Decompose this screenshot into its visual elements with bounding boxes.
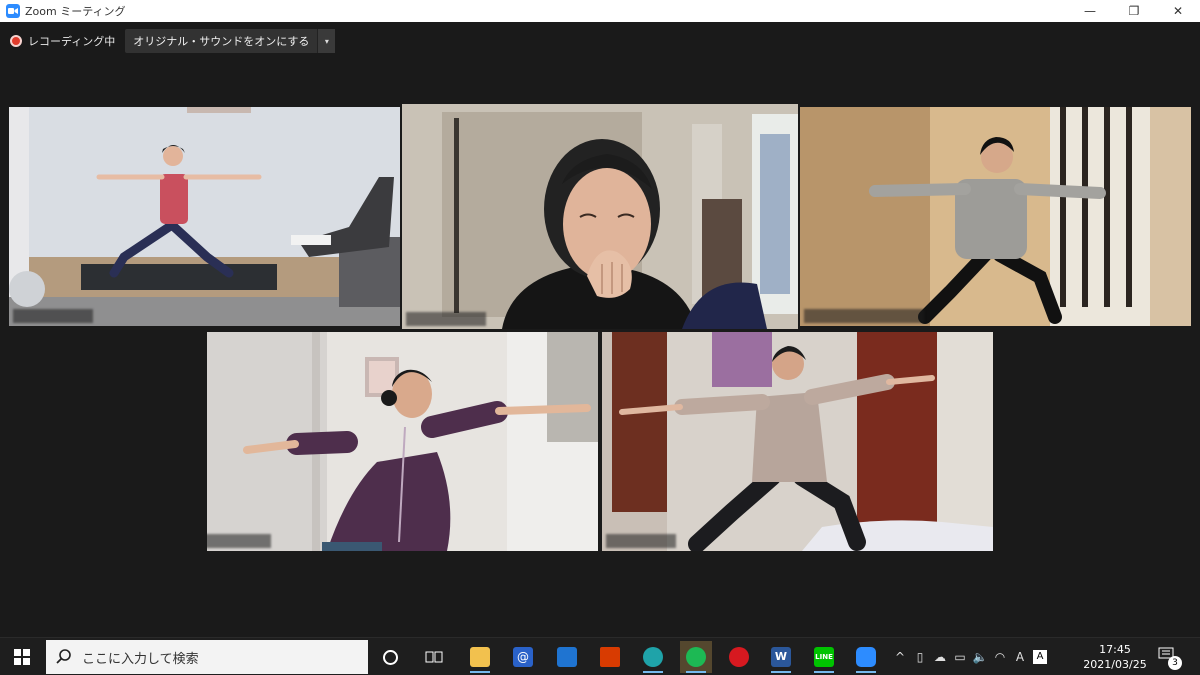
mail-icon[interactable]	[551, 641, 583, 673]
taskbar-search-box[interactable]: ここに入力して検索	[46, 640, 368, 674]
search-placeholder: ここに入力して検索	[82, 651, 199, 667]
original-sound-button[interactable]: オリジナル・サウンドをオンにする	[125, 29, 318, 53]
battery-icon[interactable]: ▭	[950, 650, 970, 664]
office-icon[interactable]	[594, 641, 626, 673]
video-feed	[207, 332, 598, 551]
trend-micro-icon[interactable]	[723, 641, 755, 673]
zoom-app-icon	[6, 4, 20, 18]
chevron-down-icon[interactable]: ▾	[317, 29, 336, 53]
restore-button[interactable]: ❐	[1112, 0, 1156, 22]
taskbar-clock[interactable]: 17:45 2021/03/25	[1080, 642, 1150, 672]
chevron-up-icon[interactable]: ^	[890, 650, 910, 664]
meet-now-icon[interactable]: ▯	[910, 650, 930, 664]
video-tile-5[interactable]	[602, 332, 993, 551]
window-controls: — ❐ ✕	[1068, 0, 1200, 22]
zoom-icon[interactable]	[850, 641, 882, 673]
title-bar: Zoom ミーティング — ❐ ✕	[0, 0, 1200, 22]
video-tile-3[interactable]	[800, 107, 1191, 326]
video-feed	[602, 332, 993, 551]
video-tile-1[interactable]	[9, 107, 400, 326]
line-icon[interactable]: LINE	[808, 641, 840, 673]
clock-date: 2021/03/25	[1083, 658, 1147, 671]
notification-count-badge: 3	[1168, 656, 1182, 670]
windows-start-button[interactable]	[0, 638, 44, 675]
minimize-button[interactable]: —	[1068, 0, 1112, 22]
word-icon[interactable]: W	[765, 641, 797, 673]
windows-taskbar: ここに入力して検索 @ W LINE ^ ▯ ☁ ▭ 🔈 ◠ A A 17:45…	[0, 637, 1200, 675]
system-tray: ^ ▯ ☁ ▭ 🔈 ◠ A A	[890, 638, 1047, 675]
onedrive-icon[interactable]: ☁	[930, 650, 950, 664]
participant-name	[606, 534, 676, 548]
windows-logo-icon	[14, 649, 30, 665]
video-feed	[9, 107, 400, 326]
recording-bar: レコーディング中 オリジナル・サウンドをオンにする ▾	[10, 29, 336, 53]
participant-name	[13, 309, 93, 323]
volume-icon[interactable]: 🔈	[970, 650, 990, 664]
spotify-icon[interactable]	[680, 641, 712, 673]
task-view-icon[interactable]	[418, 641, 450, 673]
video-feed	[402, 104, 798, 329]
edge-icon[interactable]	[637, 641, 669, 673]
cortana-icon[interactable]	[374, 641, 406, 673]
notification-center-button[interactable]: 3	[1158, 646, 1182, 670]
recording-icon	[10, 35, 22, 47]
wifi-icon[interactable]: ◠	[990, 650, 1010, 664]
participant-name	[804, 309, 924, 323]
imenu-icon[interactable]: @	[507, 641, 539, 673]
participant-name	[207, 534, 271, 548]
adobe-icon[interactable]: A	[1033, 650, 1047, 664]
participant-name	[406, 312, 486, 326]
video-tile-4[interactable]	[207, 332, 598, 551]
recording-status: レコーディング中	[28, 35, 116, 48]
search-icon	[56, 649, 71, 664]
video-tile-2-active-speaker[interactable]	[402, 104, 798, 329]
ime-mode-indicator[interactable]: A	[1010, 650, 1030, 664]
clock-time: 17:45	[1099, 643, 1131, 656]
window-title: Zoom ミーティング	[25, 5, 126, 18]
file-explorer-icon[interactable]	[464, 641, 496, 673]
close-button[interactable]: ✕	[1156, 0, 1200, 22]
video-feed	[800, 107, 1191, 326]
